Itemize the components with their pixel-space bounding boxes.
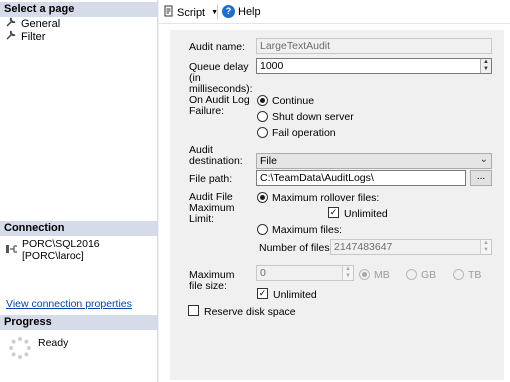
continue-option-label[interactable]: Continue	[272, 95, 314, 107]
continue-radio[interactable]	[257, 95, 268, 106]
browse-button[interactable]: ...	[470, 170, 492, 186]
chevron-down-icon: ⌄	[479, 154, 488, 165]
max-file-size-value: 0	[260, 267, 266, 279]
rollover-unlimited-checkbox[interactable]: ✓	[328, 207, 339, 218]
connection-text: PORC\SQL2016 [PORC\laroc]	[22, 238, 100, 262]
max-file-size-stepper: 0 ▲ ▼	[256, 265, 354, 281]
reserve-disk-space-label[interactable]: Reserve disk space	[204, 306, 296, 318]
progress-header: Progress	[0, 315, 158, 330]
left-panel: Select a page General Filter Connection …	[0, 0, 158, 382]
toolbar-divider	[217, 5, 218, 19]
page-item-label: General	[21, 17, 61, 30]
max-limit-label: Audit File Maximum Limit:	[189, 191, 235, 225]
help-button[interactable]: ? Help	[222, 5, 261, 18]
script-button[interactable]: Script ▼	[163, 5, 218, 20]
view-connection-properties-link[interactable]: View connection properties	[6, 298, 132, 310]
audit-destination-value: File	[260, 155, 277, 167]
number-of-files-stepper: 2147483647 ▲ ▼	[330, 239, 492, 255]
page-item-general[interactable]: General	[6, 17, 60, 30]
server-connection-icon	[6, 244, 18, 257]
stepper-arrows: ▲ ▼	[342, 266, 353, 280]
rollover-unlimited-label[interactable]: Unlimited	[344, 208, 388, 220]
page-item-label: Filter	[21, 30, 46, 43]
audit-name-label: Audit name:	[189, 41, 246, 53]
max-files-radio[interactable]	[257, 224, 268, 235]
queue-delay-stepper[interactable]: 1000 ▲ ▼	[256, 58, 492, 74]
max-file-size-label: Maximum file size:	[189, 269, 235, 292]
reserve-disk-space-checkbox[interactable]	[188, 305, 199, 316]
wrench-icon	[6, 17, 18, 30]
audit-name-input: LargeTextAudit	[256, 38, 492, 54]
progress-status: Ready	[38, 337, 69, 349]
connection-header: Connection	[0, 221, 158, 236]
queue-delay-value: 1000	[260, 60, 284, 72]
shut-down-server-option-label[interactable]: Shut down server	[272, 111, 354, 123]
audit-destination-select[interactable]: File ⌄	[256, 153, 492, 169]
audit-destination-label: Audit destination:	[189, 144, 243, 167]
max-rollover-files-radio[interactable]	[257, 192, 268, 203]
select-page-header: Select a page	[0, 2, 158, 17]
fail-operation-option-label[interactable]: Fail operation	[272, 127, 336, 139]
wrench-icon	[6, 30, 18, 43]
unit-gb-radio	[406, 269, 417, 280]
number-of-files-label: Number of files:	[259, 242, 333, 254]
size-unlimited-label[interactable]: Unlimited	[273, 289, 317, 301]
on-failure-label: On Audit Log Failure:	[189, 94, 250, 117]
size-unlimited-checkbox[interactable]: ✓	[257, 288, 268, 299]
toolbar: Script ▼ ? Help	[159, 0, 510, 24]
help-label: Help	[238, 5, 261, 18]
progress-spinner-icon	[8, 336, 32, 363]
script-icon	[163, 5, 174, 20]
stepper-arrows[interactable]: ▲ ▼	[480, 59, 491, 73]
unit-tb-radio	[453, 269, 464, 280]
max-rollover-files-label[interactable]: Maximum rollover files:	[272, 192, 379, 204]
file-path-label: File path:	[189, 173, 233, 185]
queue-delay-label: Queue delay (in milliseconds):	[189, 61, 253, 95]
connection-info: PORC\SQL2016 [PORC\laroc]	[6, 238, 157, 262]
help-icon: ?	[222, 5, 235, 18]
unit-tb-label: TB	[468, 269, 482, 281]
script-label: Script	[177, 6, 206, 19]
file-path-input[interactable]: C:\TeamData\AuditLogs\	[256, 170, 466, 186]
unit-mb-radio	[359, 269, 370, 280]
number-of-files-value: 2147483647	[334, 241, 393, 253]
fail-operation-radio[interactable]	[257, 127, 268, 138]
unit-gb-label: GB	[421, 269, 437, 281]
unit-mb-label: MB	[374, 269, 390, 281]
shut-down-server-radio[interactable]	[257, 111, 268, 122]
stepper-arrows: ▲ ▼	[480, 240, 491, 254]
max-files-label[interactable]: Maximum files:	[272, 224, 342, 236]
page-item-filter[interactable]: Filter	[6, 30, 45, 43]
